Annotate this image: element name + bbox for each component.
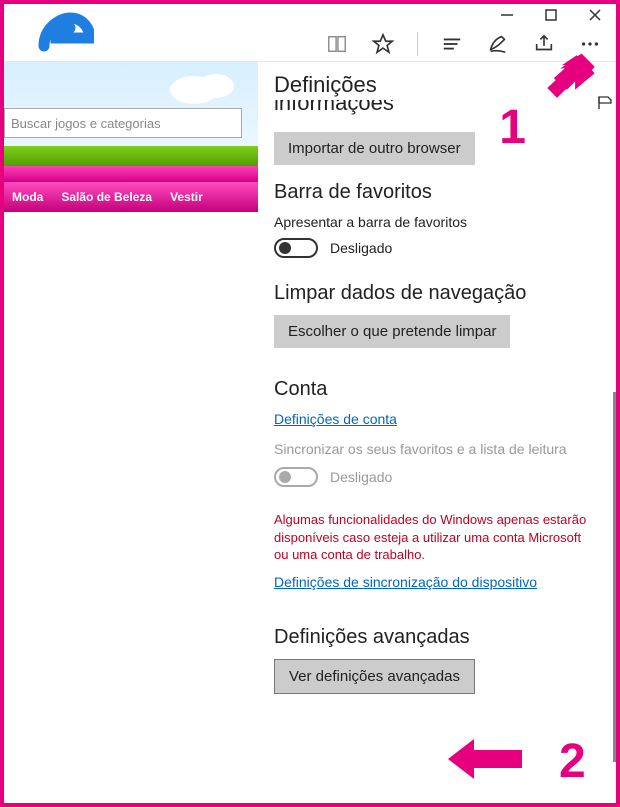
cloud-icon	[164, 68, 244, 108]
view-advanced-button[interactable]: Ver definições avançadas	[274, 659, 475, 694]
import-browser-button[interactable]: Importar de outro browser	[274, 132, 475, 165]
toolbar-divider	[417, 32, 418, 56]
annotation-arrow-1	[522, 52, 602, 142]
annotation-number-2: 2	[559, 734, 586, 789]
content-area: Buscar jogos e categorias Moda Salão de …	[4, 62, 616, 803]
window-controls	[4, 4, 616, 26]
settings-panel: Definições informações Importar de outro…	[258, 62, 616, 803]
favorites-toggle-state: Desligado	[330, 240, 392, 256]
sync-toggle: Desligado	[274, 467, 598, 487]
informacoes-heading: informações	[274, 100, 394, 115]
minimize-button[interactable]	[500, 8, 514, 22]
favorite-icon[interactable]	[371, 32, 395, 56]
menu-item[interactable]: Vestir	[170, 190, 203, 204]
annotation-number-1: 1	[499, 100, 526, 155]
close-button[interactable]	[588, 8, 602, 22]
page-band	[4, 166, 258, 182]
search-input[interactable]: Buscar jogos e categorias	[4, 108, 242, 138]
account-heading: Conta	[274, 378, 598, 401]
page-grass	[4, 146, 258, 166]
maximize-button[interactable]	[544, 8, 558, 22]
advanced-heading: Definições avançadas	[274, 626, 598, 649]
account-settings-link[interactable]: Definições de conta	[274, 411, 397, 427]
sync-warning: Algumas funcionalidades do Windows apena…	[274, 511, 598, 564]
sync-label: Sincronizar os seus favoritos e a lista …	[274, 441, 598, 457]
menu-item[interactable]: Moda	[12, 190, 43, 204]
device-sync-link[interactable]: Definições de sincronização do dispositi…	[274, 574, 537, 590]
favorites-bar-heading: Barra de favoritos	[274, 181, 598, 204]
menu-item[interactable]: Salão de Beleza	[61, 190, 152, 204]
hub-icon[interactable]	[440, 32, 464, 56]
page-menu: Moda Salão de Beleza Vestir	[4, 182, 258, 212]
choose-clear-button[interactable]: Escolher o que pretende limpar	[274, 315, 510, 348]
annotation-arrow-2	[444, 733, 574, 785]
note-icon[interactable]	[486, 32, 510, 56]
reading-list-icon[interactable]	[325, 32, 349, 56]
show-favorites-label: Apresentar a barra de favoritos	[274, 214, 598, 230]
page-preview: Buscar jogos e categorias Moda Salão de …	[4, 62, 258, 803]
scrollbar[interactable]	[613, 392, 616, 762]
clear-data-heading: Limpar dados de navegação	[274, 282, 598, 305]
search-placeholder: Buscar jogos e categorias	[11, 116, 161, 131]
favorites-toggle[interactable]: Desligado	[274, 238, 598, 258]
sync-toggle-state: Desligado	[330, 469, 392, 485]
